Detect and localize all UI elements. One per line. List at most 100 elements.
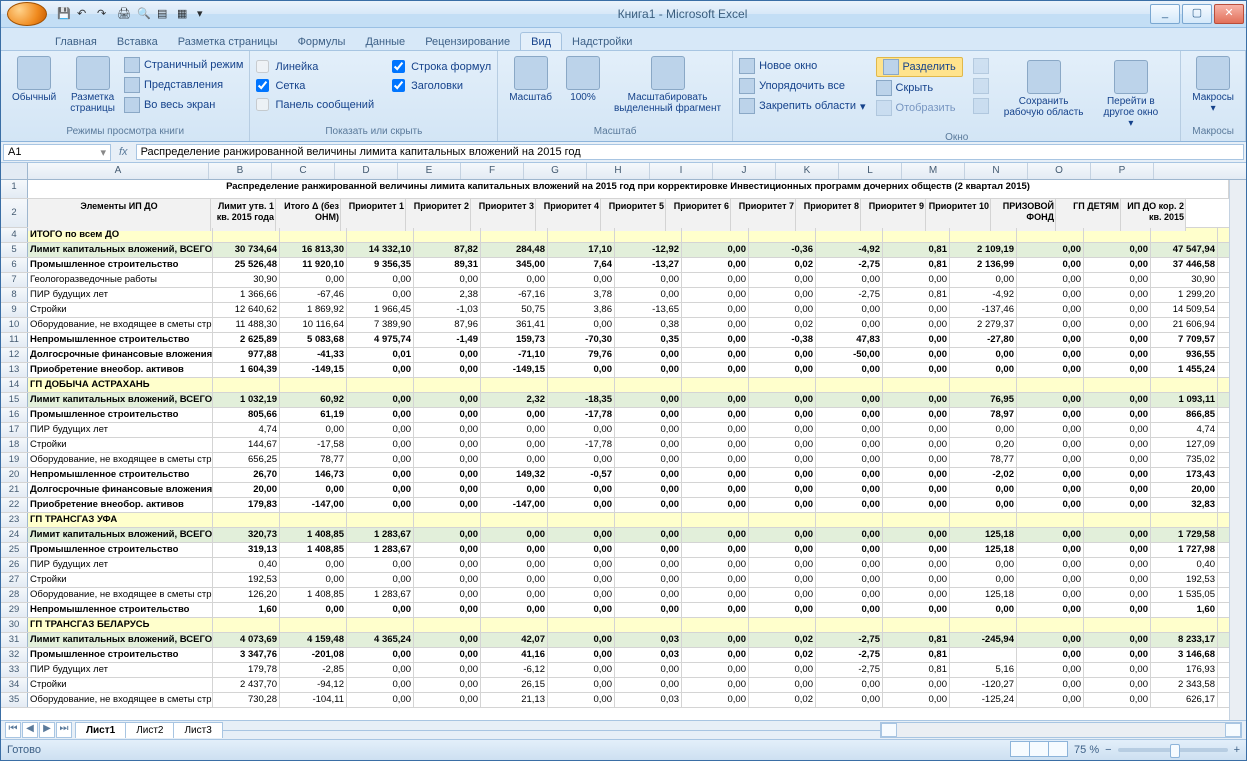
- worksheet-grid[interactable]: ABCDEFGHIJKLMNOP 1Распределение ранжиров…: [1, 163, 1246, 720]
- data-cell: 0,00: [548, 648, 615, 662]
- data-cell: -67,16: [481, 288, 548, 302]
- sheet-nav-last[interactable]: ⏭: [56, 722, 72, 738]
- switch-windows-button[interactable]: Перейти в другое окно ▾: [1099, 57, 1164, 132]
- gridlines-checkbox[interactable]: Сетка: [256, 78, 374, 93]
- ribbon-tab-рецензирование[interactable]: Рецензирование: [415, 33, 520, 50]
- page-break-view-button[interactable]: Страничный режим: [124, 56, 244, 74]
- ruler-checkbox[interactable]: Линейка: [256, 59, 374, 74]
- column-header[interactable]: M: [902, 163, 965, 179]
- custom-views-button[interactable]: Представления: [124, 76, 244, 94]
- column-header[interactable]: F: [461, 163, 524, 179]
- column-header[interactable]: B: [209, 163, 272, 179]
- reset-position-button[interactable]: [973, 97, 989, 115]
- formula-bar-checkbox[interactable]: Строка формул: [392, 59, 491, 74]
- column-header-cell: Приоритет 1: [341, 199, 406, 231]
- data-cell: 41,16: [481, 648, 548, 662]
- data-cell: 87,82: [414, 243, 481, 257]
- column-header[interactable]: L: [839, 163, 902, 179]
- vertical-scrollbar[interactable]: [1229, 180, 1246, 720]
- unhide-button[interactable]: Отобразить: [876, 99, 963, 117]
- ribbon-tab-формулы[interactable]: Формулы: [288, 33, 356, 50]
- maximize-button[interactable]: ▢: [1182, 4, 1212, 24]
- sheet-nav-prev[interactable]: ◀: [22, 722, 38, 738]
- horizontal-scrollbar[interactable]: [880, 722, 1242, 738]
- freeze-panes-button[interactable]: Закрепить области ▾: [739, 97, 865, 115]
- column-header[interactable]: C: [272, 163, 335, 179]
- column-header[interactable]: D: [335, 163, 398, 179]
- column-header[interactable]: O: [1028, 163, 1091, 179]
- select-all-corner[interactable]: [1, 163, 28, 179]
- column-header[interactable]: P: [1091, 163, 1154, 179]
- data-cell: 146,73: [280, 468, 347, 482]
- ribbon-tab-надстройки[interactable]: Надстройки: [562, 33, 642, 50]
- arrange-all-button[interactable]: Упорядочить все: [739, 77, 865, 95]
- column-header[interactable]: G: [524, 163, 587, 179]
- qat-icon[interactable]: ▤: [157, 7, 171, 21]
- data-cell: 0,02: [749, 633, 816, 647]
- column-header[interactable]: I: [650, 163, 713, 179]
- save-workspace-button[interactable]: Сохранить рабочую область: [999, 57, 1089, 132]
- data-cell: 0,00: [1017, 348, 1084, 362]
- column-header[interactable]: K: [776, 163, 839, 179]
- fullscreen-button[interactable]: Во весь экран: [124, 96, 244, 114]
- zoom-100-button[interactable]: 100%: [561, 53, 605, 117]
- zoom-level[interactable]: 75 %: [1074, 744, 1099, 756]
- minimize-button[interactable]: _: [1150, 4, 1180, 24]
- column-header[interactable]: J: [713, 163, 776, 179]
- data-cell: [749, 228, 816, 242]
- data-cell: -70,30: [548, 333, 615, 347]
- column-header[interactable]: H: [587, 163, 650, 179]
- qat-icon[interactable]: ▦: [177, 7, 191, 21]
- ribbon-tab-данные[interactable]: Данные: [355, 33, 415, 50]
- message-bar-checkbox[interactable]: Панель сообщений: [256, 97, 374, 112]
- preview-icon[interactable]: 🔍: [137, 7, 151, 21]
- view-mode-buttons[interactable]: [1011, 741, 1068, 760]
- formula-input[interactable]: Распределение ранжированной величины лим…: [136, 144, 1244, 160]
- undo-icon[interactable]: ↶: [77, 7, 91, 21]
- print-icon[interactable]: 🖨: [117, 7, 131, 21]
- fx-icon[interactable]: fx: [113, 146, 134, 158]
- ribbon-tab-главная[interactable]: Главная: [45, 33, 107, 50]
- zoom-in-button[interactable]: +: [1234, 744, 1240, 756]
- data-cell: 0,00: [280, 423, 347, 437]
- sheet-nav-first[interactable]: ⏮: [5, 722, 21, 738]
- zoom-slider[interactable]: [1118, 748, 1228, 752]
- zoom-button[interactable]: Масштаб: [504, 53, 557, 117]
- sheet-tab[interactable]: Лист2: [125, 722, 174, 738]
- side-by-side-button[interactable]: [973, 57, 989, 75]
- data-cell: 4 159,48: [280, 633, 347, 647]
- view-page-layout-button[interactable]: Разметка страницы: [65, 53, 120, 117]
- split-button[interactable]: Разделить: [876, 57, 963, 77]
- column-header[interactable]: A: [28, 163, 209, 179]
- ribbon-tab-вид[interactable]: Вид: [520, 32, 562, 50]
- data-cell: 0,00: [682, 558, 749, 572]
- data-cell: 0,00: [816, 483, 883, 497]
- new-window-button[interactable]: Новое окно: [739, 57, 865, 75]
- data-cell: 192,53: [1151, 573, 1218, 587]
- sheet-tab[interactable]: Лист1: [75, 722, 126, 738]
- macros-button[interactable]: Макросы ▾: [1187, 53, 1239, 117]
- sheet-tab[interactable]: Лист3: [173, 722, 222, 738]
- column-header-cell: Приоритет 4: [536, 199, 601, 231]
- data-cell: [950, 378, 1017, 392]
- column-header[interactable]: N: [965, 163, 1028, 179]
- ribbon-tab-вставка[interactable]: Вставка: [107, 33, 168, 50]
- column-header[interactable]: E: [398, 163, 461, 179]
- sync-scroll-button[interactable]: [973, 77, 989, 95]
- zoom-out-button[interactable]: −: [1105, 744, 1111, 756]
- close-button[interactable]: ✕: [1214, 4, 1244, 24]
- headings-checkbox[interactable]: Заголовки: [392, 78, 491, 93]
- view-normal-button[interactable]: Обычный: [7, 53, 61, 117]
- ribbon-tab-разметка страницы[interactable]: Разметка страницы: [168, 33, 288, 50]
- hide-button[interactable]: Скрыть: [876, 79, 963, 97]
- redo-icon[interactable]: ↷: [97, 7, 111, 21]
- save-icon[interactable]: 💾: [57, 7, 71, 21]
- data-cell: 0,00: [883, 393, 950, 407]
- office-button[interactable]: [7, 2, 47, 26]
- name-box[interactable]: A1▾: [3, 144, 111, 161]
- zoom-to-selection-button[interactable]: Масштабировать выделенный фрагмент: [609, 53, 726, 117]
- sheet-nav-next[interactable]: ▶: [39, 722, 55, 738]
- group-label: Показать или скрыть: [256, 126, 491, 139]
- qat-dropdown-icon[interactable]: ▾: [197, 7, 211, 21]
- data-cell: 1 283,67: [347, 528, 414, 542]
